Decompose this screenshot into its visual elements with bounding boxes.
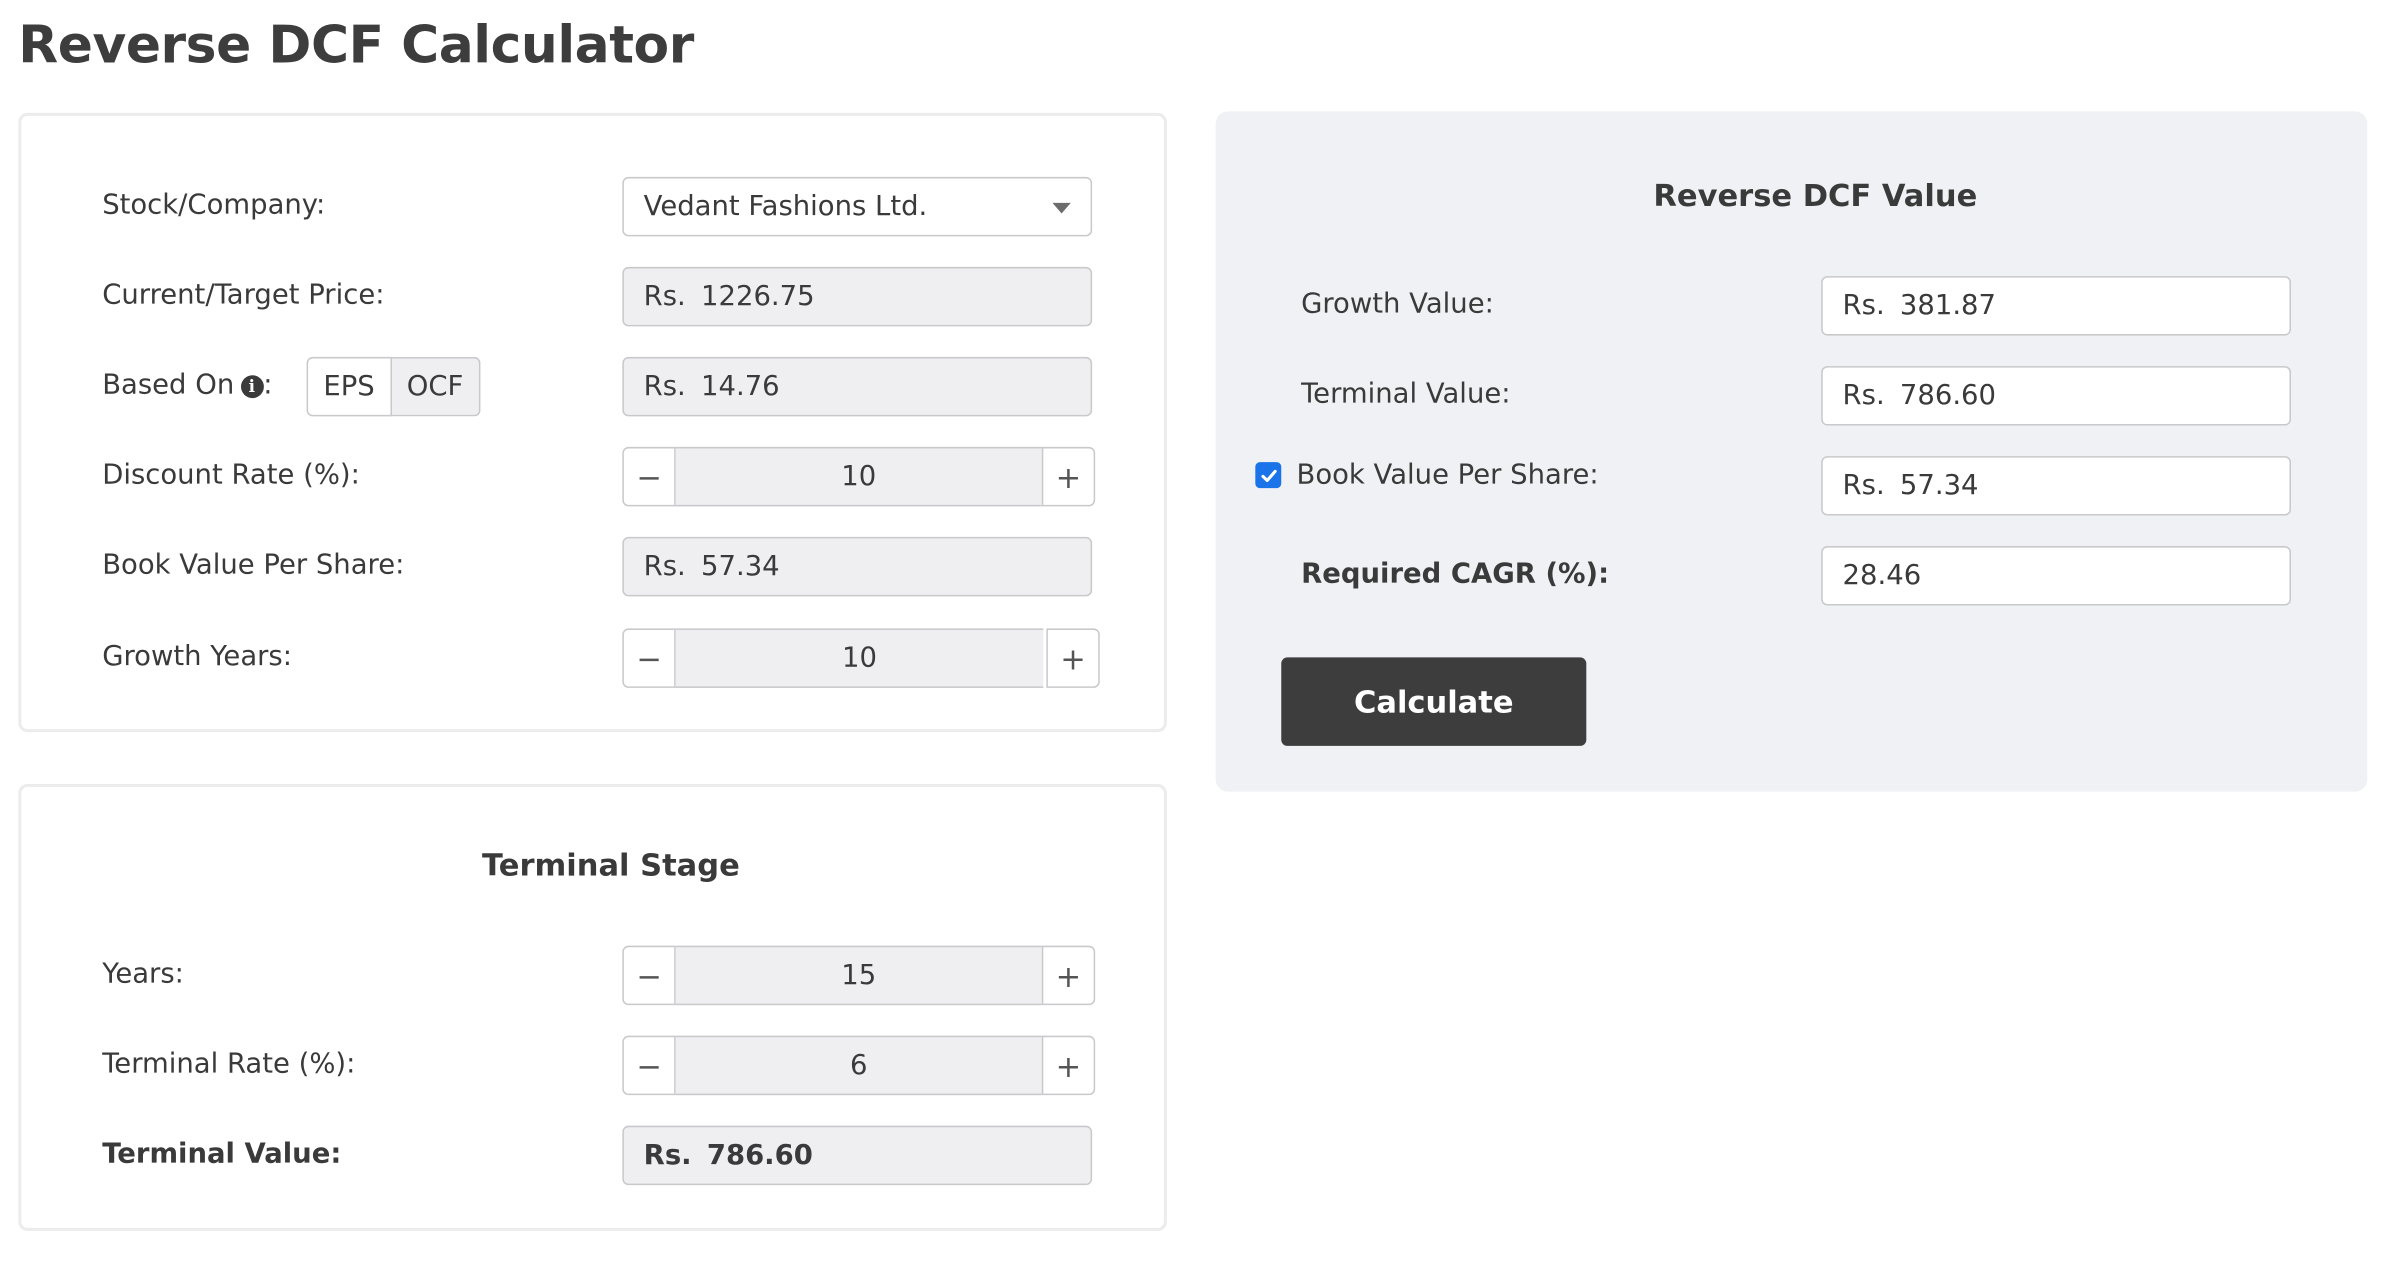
toggle-eps-button[interactable]: EPS: [306, 356, 392, 417]
result-terminal-label: Terminal Value:: [1301, 378, 1511, 411]
terminal-value-label: Terminal Value:: [102, 1137, 342, 1170]
result-terminal-field[interactable]: Rs. 786.60: [1821, 366, 2292, 426]
growth-value-currency: Rs.: [1842, 289, 1885, 322]
growth-value-amount: 381.87: [1899, 289, 1996, 322]
based-on-colon: :: [263, 369, 273, 402]
calculate-button[interactable]: Calculate: [1281, 657, 1587, 746]
discount-minus-button[interactable]: −: [622, 446, 676, 507]
based-on-toggle: EPS OCF: [306, 356, 481, 417]
growth-value-field[interactable]: Rs. 381.87: [1821, 276, 2292, 336]
result-bvps-currency: Rs.: [1842, 469, 1885, 502]
growth-years-value[interactable]: 10: [675, 628, 1044, 688]
result-terminal-currency: Rs.: [1842, 379, 1885, 412]
cagr-label: Required CAGR (%):: [1301, 558, 1610, 591]
result-bvps-field[interactable]: Rs. 57.34: [1821, 456, 2292, 516]
info-icon[interactable]: i: [240, 375, 264, 399]
bvps-currency: Rs.: [643, 550, 686, 583]
based-on-text: Based On: [102, 369, 235, 402]
price-currency: Rs.: [643, 280, 686, 313]
growth-years-minus-button[interactable]: −: [622, 628, 676, 688]
based-on-field[interactable]: Rs. 14.76: [622, 356, 1093, 417]
terminal-rate-value[interactable]: 6: [675, 1035, 1042, 1096]
page-title: Reverse DCF Calculator: [18, 15, 694, 77]
bvps-value: 57.34: [701, 550, 780, 583]
cagr-field[interactable]: 28.46: [1821, 546, 2292, 606]
growth-value-label: Growth Value:: [1301, 288, 1494, 321]
discount-stepper: − 10 +: [622, 446, 1096, 507]
stock-select-value: Vedant Fashions Ltd.: [643, 190, 928, 223]
caret-down-icon: [1052, 202, 1071, 214]
toggle-ocf-button[interactable]: OCF: [391, 356, 481, 417]
price-value: 1226.75: [701, 280, 815, 313]
growth-years-stepper: − 10 +: [622, 628, 1100, 688]
calculator-page: Reverse DCF Calculator Stock/Company: Ve…: [0, 0, 2384, 1268]
terminal-years-plus-button[interactable]: +: [1041, 945, 1096, 1006]
discount-value[interactable]: 10: [675, 446, 1042, 507]
discount-label: Discount Rate (%):: [102, 459, 360, 492]
stock-label: Stock/Company:: [102, 189, 326, 222]
terminal-rate-label: Terminal Rate (%):: [102, 1047, 356, 1080]
terminal-value-amount: 786.60: [706, 1139, 813, 1172]
terminal-rate-plus-button[interactable]: +: [1041, 1035, 1096, 1096]
based-on-value: 14.76: [701, 370, 780, 403]
terminal-value-field[interactable]: Rs. 786.60: [622, 1125, 1093, 1186]
terminal-title: Terminal Stage: [481, 846, 740, 884]
based-on-label: Based On i:: [102, 369, 272, 401]
stock-select[interactable]: Vedant Fashions Ltd.: [622, 176, 1093, 237]
growth-years-plus-button[interactable]: +: [1046, 628, 1100, 688]
terminal-value-currency: Rs.: [643, 1139, 692, 1172]
terminal-years-value[interactable]: 15: [675, 945, 1042, 1006]
discount-plus-button[interactable]: +: [1041, 446, 1096, 507]
checkmark-icon: [1260, 469, 1276, 482]
terminal-rate-stepper: − 6 +: [622, 1035, 1096, 1096]
result-bvps-amount: 57.34: [1899, 469, 1979, 502]
price-field[interactable]: Rs. 1226.75: [622, 266, 1093, 327]
terminal-years-stepper: − 15 +: [622, 945, 1096, 1006]
result-bvps-label: Book Value Per Share:: [1296, 459, 1599, 492]
price-label: Current/Target Price:: [102, 279, 385, 312]
growth-years-label: Growth Years:: [102, 640, 292, 673]
bvps-checkbox[interactable]: [1255, 462, 1282, 489]
result-title: Reverse DCF Value: [1653, 176, 1978, 214]
cagr-value: 28.46: [1842, 559, 1922, 592]
terminal-years-minus-button[interactable]: −: [622, 945, 676, 1006]
terminal-years-label: Years:: [102, 957, 184, 990]
bvps-label: Book Value Per Share:: [102, 549, 405, 582]
result-terminal-amount: 786.60: [1899, 379, 1996, 412]
terminal-rate-minus-button[interactable]: −: [622, 1035, 676, 1096]
bvps-field[interactable]: Rs. 57.34: [622, 536, 1093, 597]
based-on-currency: Rs.: [643, 370, 686, 403]
